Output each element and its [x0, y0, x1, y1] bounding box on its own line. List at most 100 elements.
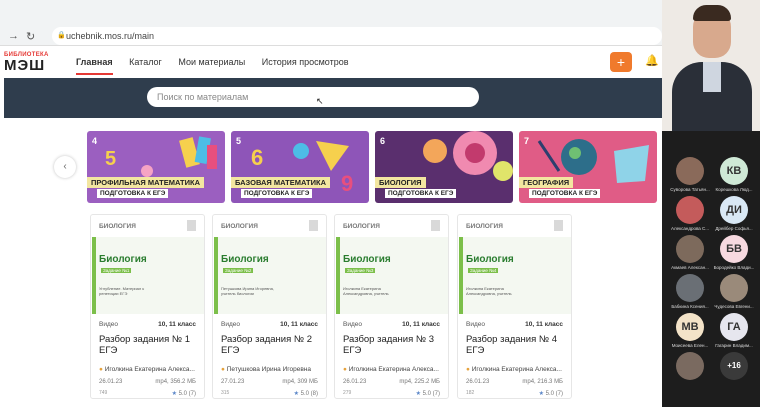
- card-grade: 10, 11 класс: [525, 321, 563, 328]
- participant-name: Чудесова Евгени...: [714, 304, 754, 309]
- author-avatar-icon: ●: [99, 366, 103, 373]
- card-rating: ★ 5.0 (7): [172, 390, 196, 397]
- participant-initials: ДИ: [720, 196, 748, 224]
- material-card[interactable]: БИОЛОГИЯ Биология Задание №2 Петушкова И…: [212, 214, 327, 399]
- menu-item-main[interactable]: Главная: [76, 57, 113, 75]
- card-author-name: Иголкина Екатерина Алекса...: [104, 366, 195, 373]
- cover-stripe: [92, 237, 96, 314]
- add-button[interactable]: +: [610, 52, 632, 72]
- speaker-video[interactable]: [662, 0, 760, 131]
- participant-initials: КВ: [720, 157, 748, 185]
- browser-window: → ↻ 🔒 uchebnik.mos.ru/main БИБЛИОТЕКА МЭ…: [0, 0, 662, 407]
- author-avatar-icon: ●: [221, 366, 225, 373]
- participant-tile[interactable]: Суворова Татьян...: [668, 157, 712, 192]
- banner-geography[interactable]: 7 ГЕОГРАФИЯ ПОДГОТОВКА К ЕГЭ: [519, 131, 657, 203]
- banner-title: БИОЛОГИЯ: [375, 177, 426, 188]
- participant-avatar: [720, 274, 748, 302]
- participant-avatar: [676, 274, 704, 302]
- banner-grade: 6: [380, 136, 386, 146]
- card-subject: БИОЛОГИЯ: [221, 223, 258, 230]
- participant-tile[interactable]: КВ Корешкова Люд...: [712, 157, 756, 192]
- logo[interactable]: БИБЛИОТЕКА МЭШ: [4, 52, 49, 74]
- author-avatar-icon: ●: [343, 366, 347, 373]
- bookmark-icon[interactable]: [309, 220, 318, 231]
- participant-tile[interactable]: [668, 352, 712, 382]
- forward-icon[interactable]: →: [8, 30, 19, 42]
- banner-biology[interactable]: 6 БИОЛОГИЯ ПОДГОТОВКА К ЕГЭ: [375, 131, 513, 203]
- card-cover: Биология Задание №1 Углубление. Материал…: [92, 237, 204, 314]
- card-author-name: Иголкина Екатерина Алекса...: [348, 366, 439, 373]
- card-title[interactable]: Разбор задания № 1 ЕГЭ: [99, 334, 201, 356]
- cover-title: Биология: [221, 254, 269, 265]
- svg-text:6: 6: [251, 145, 263, 170]
- card-title[interactable]: Разбор задания № 4 ЕГЭ: [466, 334, 568, 356]
- cover-author: Петушкова Ирина Игоревна, учитель биолог…: [221, 286, 274, 296]
- menu-item-history[interactable]: История просмотров: [262, 57, 349, 67]
- cover-tag: Задание №3: [345, 268, 376, 273]
- cover-stripe: [214, 237, 218, 314]
- bell-icon[interactable]: 🔔: [645, 54, 659, 67]
- banner-grade: 4: [92, 136, 98, 146]
- participant-tile[interactable]: БВ Бородейко Влади...: [712, 235, 756, 270]
- participant-avatar: [676, 352, 704, 380]
- bookmark-icon[interactable]: [431, 220, 440, 231]
- card-rating: ★ 5.0 (7): [416, 390, 440, 397]
- search-input[interactable]: Поиск по материалам: [147, 87, 479, 107]
- card-author: ● Иголкина Екатерина Алекса...: [466, 366, 570, 373]
- cover-tag: Задание №2: [223, 268, 254, 273]
- card-type: Видео: [343, 321, 362, 328]
- carousel-prev-button[interactable]: ‹: [54, 156, 76, 178]
- card-date: 27.01.23: [221, 379, 245, 385]
- card-cover: Биология Задание №2 Петушкова Ирина Игор…: [214, 237, 326, 314]
- participant-name: Гагарин Владим...: [715, 343, 753, 348]
- card-title[interactable]: Разбор задания № 2 ЕГЭ: [221, 334, 323, 356]
- lock-icon: 🔒: [57, 32, 66, 39]
- banner-title: ГЕОГРАФИЯ: [519, 177, 574, 188]
- address-bar[interactable]: 🔒 uchebnik.mos.ru/main: [52, 27, 662, 45]
- cover-tag: Задание №1: [101, 268, 132, 273]
- card-subject: БИОЛОГИЯ: [343, 223, 380, 230]
- card-views: 182: [466, 390, 475, 396]
- banner-profile-math[interactable]: 5 4 ПРОФИЛЬНАЯ МАТЕМАТИКА ПОДГОТОВКА К Е…: [87, 131, 225, 203]
- participant-avatar: [676, 196, 704, 224]
- participant-avatar: [676, 235, 704, 263]
- banner-subtitle: ПОДГОТОВКА К ЕГЭ: [529, 189, 601, 198]
- menu-item-my-materials[interactable]: Мои материалы: [178, 57, 245, 67]
- participant-tile[interactable]: +16: [712, 352, 756, 382]
- card-views: 749: [99, 390, 108, 396]
- participant-tile[interactable]: Бабкина Ксения...: [668, 274, 712, 309]
- speaker-shirt: [703, 62, 721, 92]
- participant-avatar: [676, 157, 704, 185]
- participant-tile[interactable]: Акмаев Алексан...: [668, 235, 712, 270]
- bookmark-icon[interactable]: [554, 220, 563, 231]
- participant-tile[interactable]: МВ Моисеева Елен...: [668, 313, 712, 348]
- card-author: ● Иголкина Екатерина Алекса...: [343, 366, 447, 373]
- participant-tile[interactable]: Александрова С...: [668, 196, 712, 231]
- card-grade: 10, 11 класс: [402, 321, 440, 328]
- card-title[interactable]: Разбор задания № 3 ЕГЭ: [343, 334, 445, 356]
- material-card[interactable]: БИОЛОГИЯ Биология Задание №4 Иголкина Ек…: [457, 214, 572, 399]
- card-views: 279: [343, 390, 352, 396]
- material-card[interactable]: БИОЛОГИЯ Биология Задание №3 Иголкина Ек…: [334, 214, 449, 399]
- menu-item-catalog[interactable]: Каталог: [129, 57, 162, 67]
- card-size: mp4, 356.2 МБ: [155, 379, 196, 385]
- material-card[interactable]: БИОЛОГИЯ Биология Задание №1 Углубление.…: [90, 214, 205, 399]
- cover-author: Иголкина Екатерина Александровна, учител…: [466, 286, 512, 296]
- bookmark-icon[interactable]: [187, 220, 196, 231]
- participant-initials: МВ: [676, 313, 704, 341]
- card-type: Видео: [221, 321, 240, 328]
- participant-name: Акмаев Алексан...: [671, 265, 709, 270]
- participant-initials: БВ: [720, 235, 748, 263]
- svg-text:5: 5: [105, 148, 116, 170]
- card-size: mp4, 309 МБ: [282, 379, 318, 385]
- logo-big-text: МЭШ: [4, 57, 46, 74]
- participant-tile[interactable]: ГА Гагарин Владим...: [712, 313, 756, 348]
- url-text: uchebnik.mos.ru/main: [66, 31, 155, 41]
- participant-tile[interactable]: ДИ Дрейбер Софья...: [712, 196, 756, 231]
- reload-icon[interactable]: ↻: [26, 30, 35, 43]
- card-grade: 10, 11 класс: [158, 321, 196, 328]
- participant-name: Дрейбер Софья...: [715, 226, 753, 231]
- banner-base-math[interactable]: 6 9 5 БАЗОВАЯ МАТЕМАТИКА ПОДГОТОВКА К ЕГ…: [231, 131, 369, 203]
- banner-title: БАЗОВАЯ МАТЕМАТИКА: [231, 177, 331, 188]
- participant-tile[interactable]: Чудесова Евгени...: [712, 274, 756, 309]
